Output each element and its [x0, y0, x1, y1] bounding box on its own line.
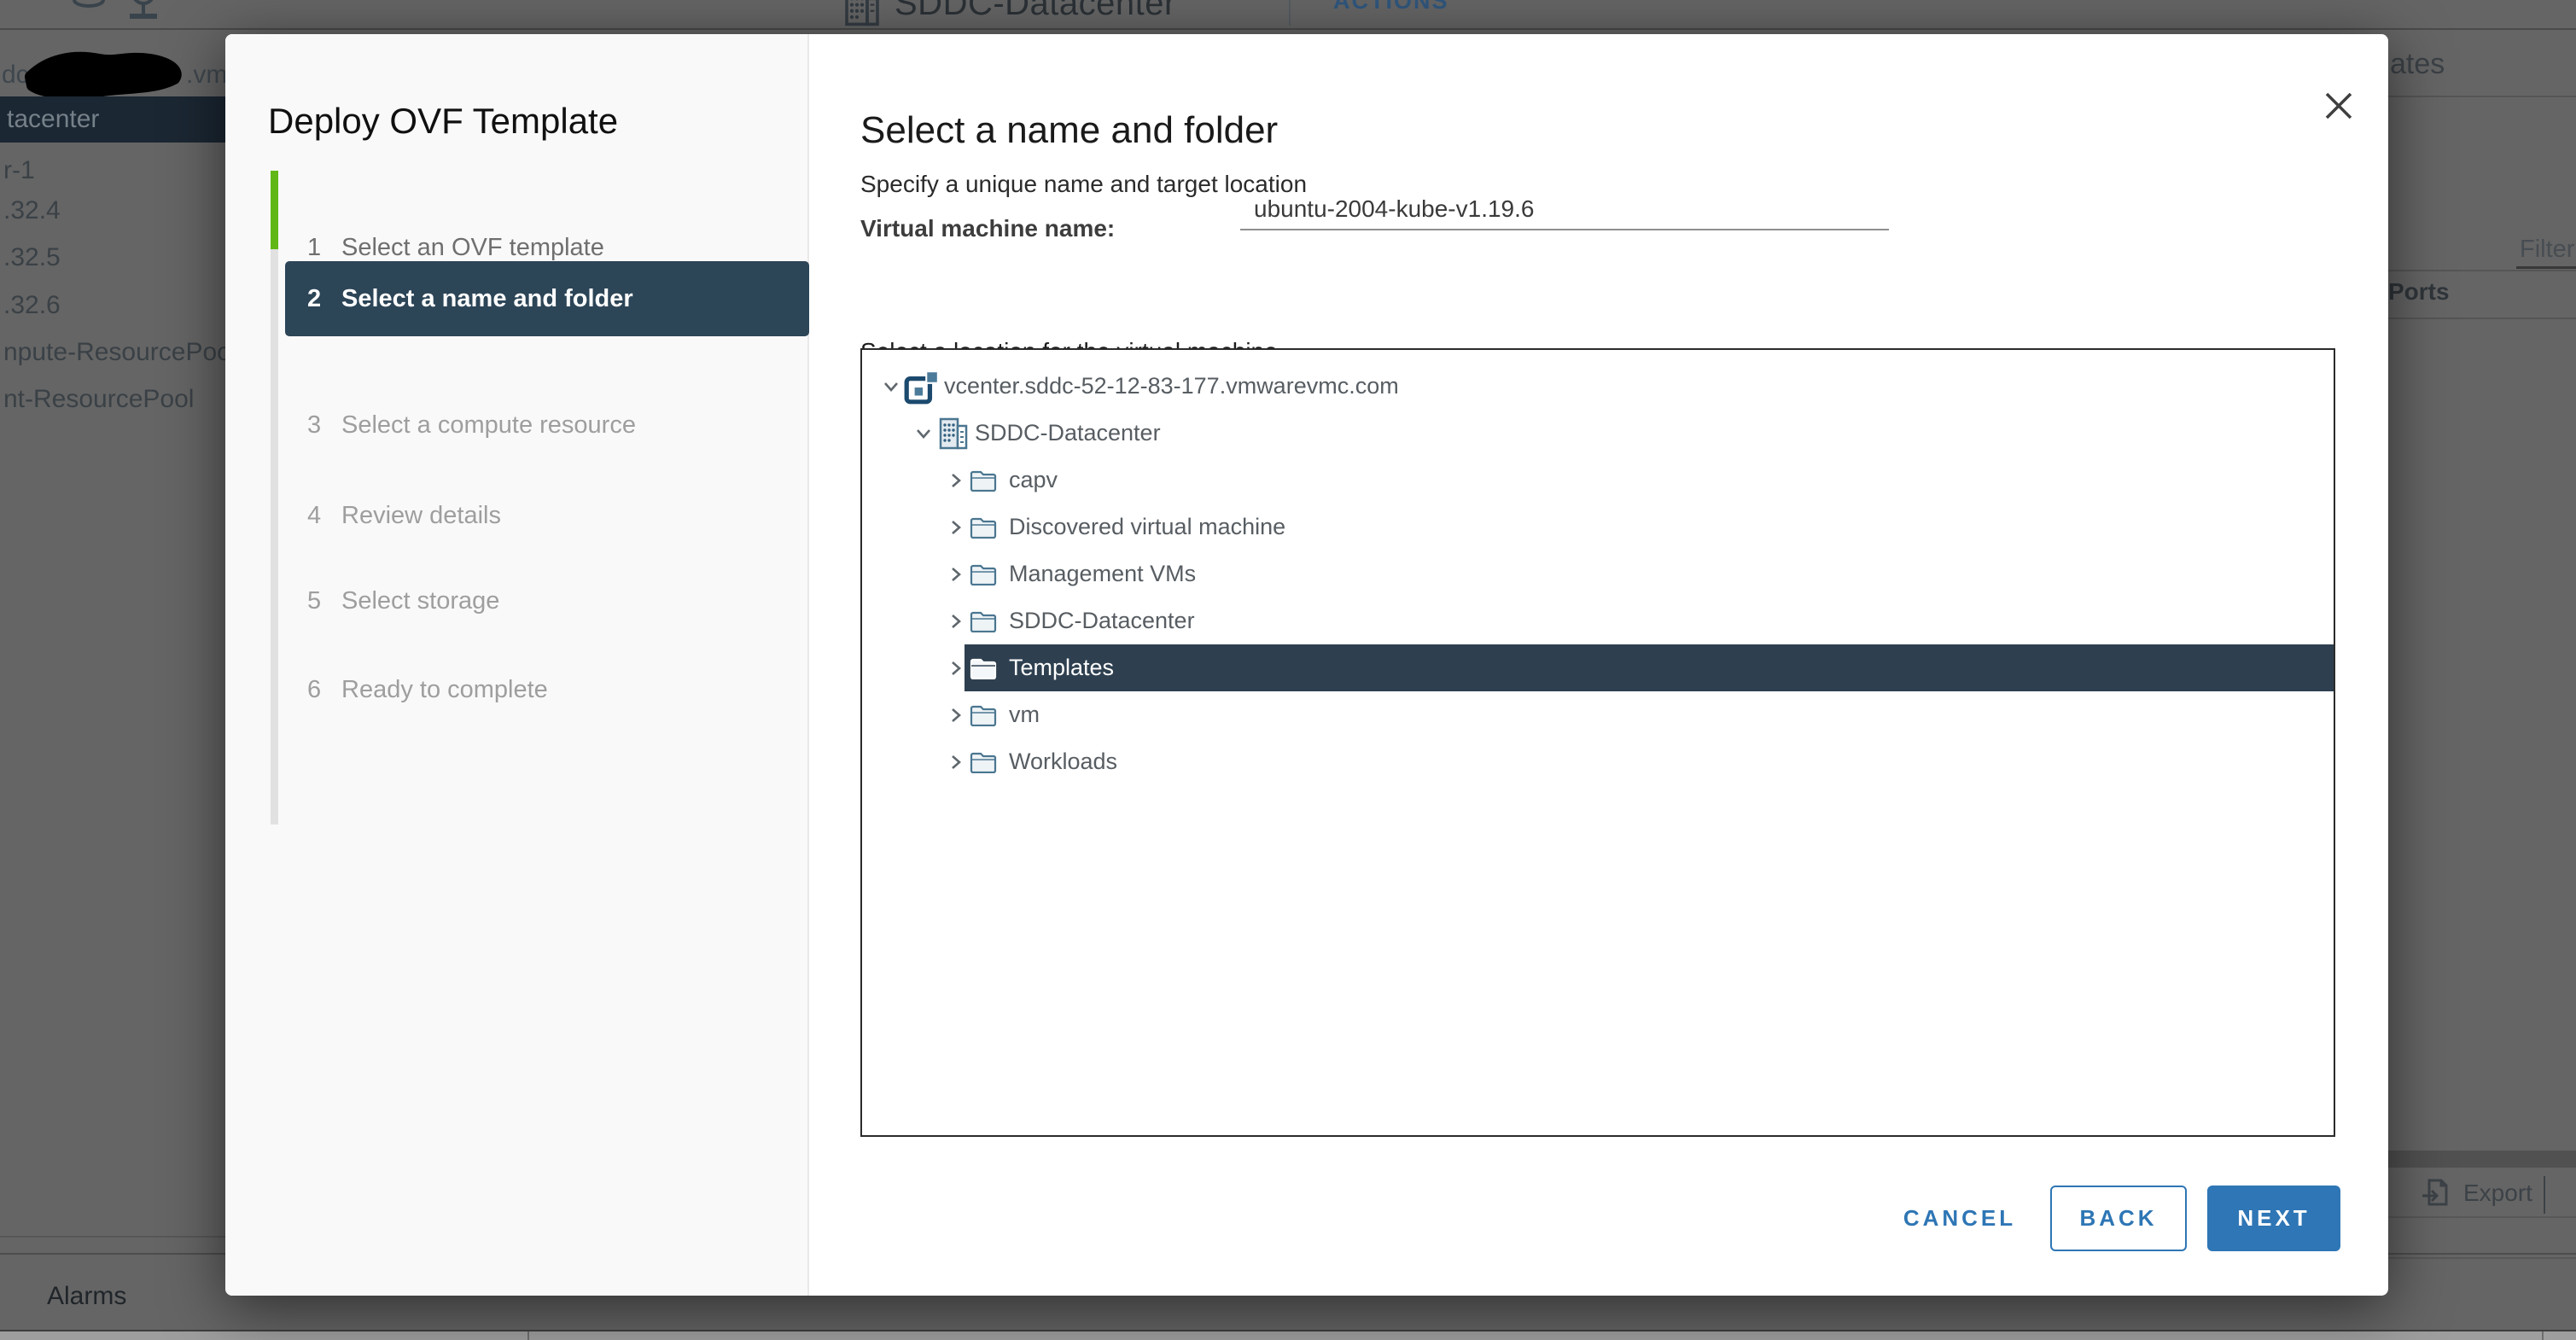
dialog-title: Deploy OVF Template — [268, 101, 618, 142]
step-label: Review details — [341, 490, 501, 541]
chevron-right-icon[interactable] — [944, 469, 968, 492]
tree-node-label: Discovered virtual machine — [1009, 504, 1285, 551]
wizard-step-5[interactable]: 5 Select storage — [225, 575, 809, 626]
tab-fragment[interactable]: ates — [2390, 48, 2445, 81]
close-button[interactable] — [2310, 79, 2366, 135]
page-title: Select a name and folder — [860, 109, 1278, 152]
folder-icon — [970, 655, 997, 679]
status-bar-divider-2 — [2542, 1331, 2544, 1340]
tree-node-label: Templates — [1009, 644, 1114, 691]
footer-divider — [2544, 1176, 2545, 1214]
step-label: Select a name and folder — [341, 261, 633, 336]
filter-underline — [2516, 266, 2576, 269]
cancel-button[interactable]: CANCEL — [1891, 1186, 2028, 1251]
vm-name-label: Virtual machine name: — [860, 215, 1115, 242]
tree-node-label: SDDC-Datacenter — [975, 410, 1161, 457]
tree-node-label: capv — [1009, 457, 1058, 504]
ports-column-header[interactable]: Ports — [2388, 278, 2450, 306]
nav-item-cluster[interactable]: r-1 — [3, 148, 225, 194]
nav-item-mgmt-pool[interactable]: nt-ResourcePool — [3, 376, 225, 422]
nav-item-host-3[interactable]: .32.6 — [3, 283, 225, 329]
chevron-right-icon[interactable] — [944, 562, 968, 586]
network-icon — [123, 0, 164, 27]
export-icon — [2419, 1177, 2453, 1211]
panel-divider-5 — [2388, 1257, 2576, 1259]
step-label: Select a compute resource — [341, 399, 636, 451]
tasks-panel-divider — [0, 1236, 225, 1238]
step-label: Select storage — [341, 575, 499, 626]
next-button[interactable]: NEXT — [2207, 1186, 2340, 1251]
tree-node-label: SDDC-Datacenter — [1009, 597, 1195, 644]
deploy-ovf-dialog: Deploy OVF Template 1 Select an OVF temp… — [225, 34, 2388, 1296]
storage-icon — [72, 0, 106, 14]
tree-node-folder-management-vms[interactable]: Management VMs — [862, 551, 2334, 597]
folder-icon — [970, 468, 997, 492]
tree-node-label: vcenter.sddc-52-12-83-177.vmwarevmc.com — [944, 363, 1399, 410]
actions-menu[interactable]: ACTIONS — [1333, 0, 1449, 15]
folder-icon — [970, 515, 997, 539]
wizard-step-3[interactable]: 3 Select a compute resource — [225, 399, 809, 451]
nav-item-compute-pool[interactable]: npute-ResourcePoo — [3, 329, 225, 376]
nav-vcenter-host[interactable]: dc- .vmw — [0, 53, 225, 97]
filter-input[interactable]: Filter — [2520, 236, 2574, 264]
chevron-down-icon[interactable] — [879, 375, 903, 399]
tree-node-folder-templates-selected[interactable]: Templates — [862, 644, 2334, 691]
tree-node-datacenter[interactable]: SDDC-Datacenter — [862, 410, 2334, 457]
wizard-step-4[interactable]: 4 Review details — [225, 490, 809, 541]
folder-icon — [970, 562, 997, 586]
nav-item-host-2[interactable]: .32.5 — [3, 235, 225, 281]
panel-divider-2 — [2388, 270, 2576, 271]
tree-node-label: vm — [1009, 691, 1040, 738]
export-label: Export — [2463, 1171, 2532, 1215]
tree-node-label: Workloads — [1009, 738, 1117, 785]
nav-item-host-1[interactable]: .32.4 — [3, 188, 225, 234]
step-number: 6 — [307, 664, 321, 715]
panel-divider-3 — [2388, 318, 2576, 319]
header-divider — [1289, 0, 1291, 26]
datacenter-icon — [937, 417, 970, 451]
folder-tree: vcenter.sddc-52-12-83-177.vmwarevmc.com — [860, 348, 2335, 1137]
tree-node-folder-vm[interactable]: vm — [862, 691, 2334, 738]
object-title: SDDC-Datacenter — [895, 0, 1176, 23]
chevron-down-icon[interactable] — [912, 422, 935, 446]
wizard-step-2-active[interactable]: 2 Select a name and folder — [285, 261, 809, 336]
datacenter-header-icon — [842, 0, 883, 27]
wizard-steps-panel: Deploy OVF Template 1 Select an OVF temp… — [225, 34, 809, 1296]
tree-node-folder-discovered-vm[interactable]: Discovered virtual machine — [862, 504, 2334, 551]
tree-node-vcenter[interactable]: vcenter.sddc-52-12-83-177.vmwarevmc.com — [862, 363, 2334, 410]
folder-icon — [970, 702, 997, 726]
toolbar-divider — [0, 28, 2576, 30]
tree-node-label: Management VMs — [1009, 551, 1196, 597]
chevron-right-icon[interactable] — [944, 750, 968, 774]
chevron-right-icon[interactable] — [944, 516, 968, 539]
vm-name-input[interactable] — [1240, 189, 1889, 230]
export-button[interactable]: Export — [2416, 1171, 2576, 1215]
panel-divider-4 — [2388, 1216, 2576, 1218]
step-number: 5 — [307, 575, 321, 626]
vcenter-icon — [903, 368, 941, 405]
chevron-right-icon[interactable] — [944, 656, 968, 680]
chevron-right-icon[interactable] — [944, 703, 968, 727]
step-number: 2 — [307, 261, 321, 336]
status-bar-divider-1 — [527, 1331, 529, 1340]
step-label: Ready to complete — [341, 664, 548, 715]
nav-item-datacenter-selected[interactable]: tacenter — [0, 96, 225, 143]
alarms-panel-header[interactable]: Alarms — [47, 1282, 126, 1311]
folder-icon — [970, 749, 997, 773]
redaction-scribble — [20, 50, 188, 101]
folder-icon — [970, 609, 997, 632]
wizard-step-6[interactable]: 6 Ready to complete — [225, 664, 809, 715]
tree-node-folder-capv[interactable]: capv — [862, 457, 2334, 504]
close-icon — [2323, 90, 2354, 121]
chevron-right-icon[interactable] — [944, 609, 968, 633]
step-number: 4 — [307, 490, 321, 541]
tree-node-folder-workloads[interactable]: Workloads — [862, 738, 2334, 785]
back-button[interactable]: BACK — [2050, 1186, 2187, 1251]
table-footer-band — [2388, 1151, 2576, 1168]
status-bar — [0, 1330, 2576, 1340]
step-number: 3 — [307, 399, 321, 451]
panel-divider-1 — [2388, 96, 2576, 97]
tree-node-folder-sddc-datacenter[interactable]: SDDC-Datacenter — [862, 597, 2334, 644]
